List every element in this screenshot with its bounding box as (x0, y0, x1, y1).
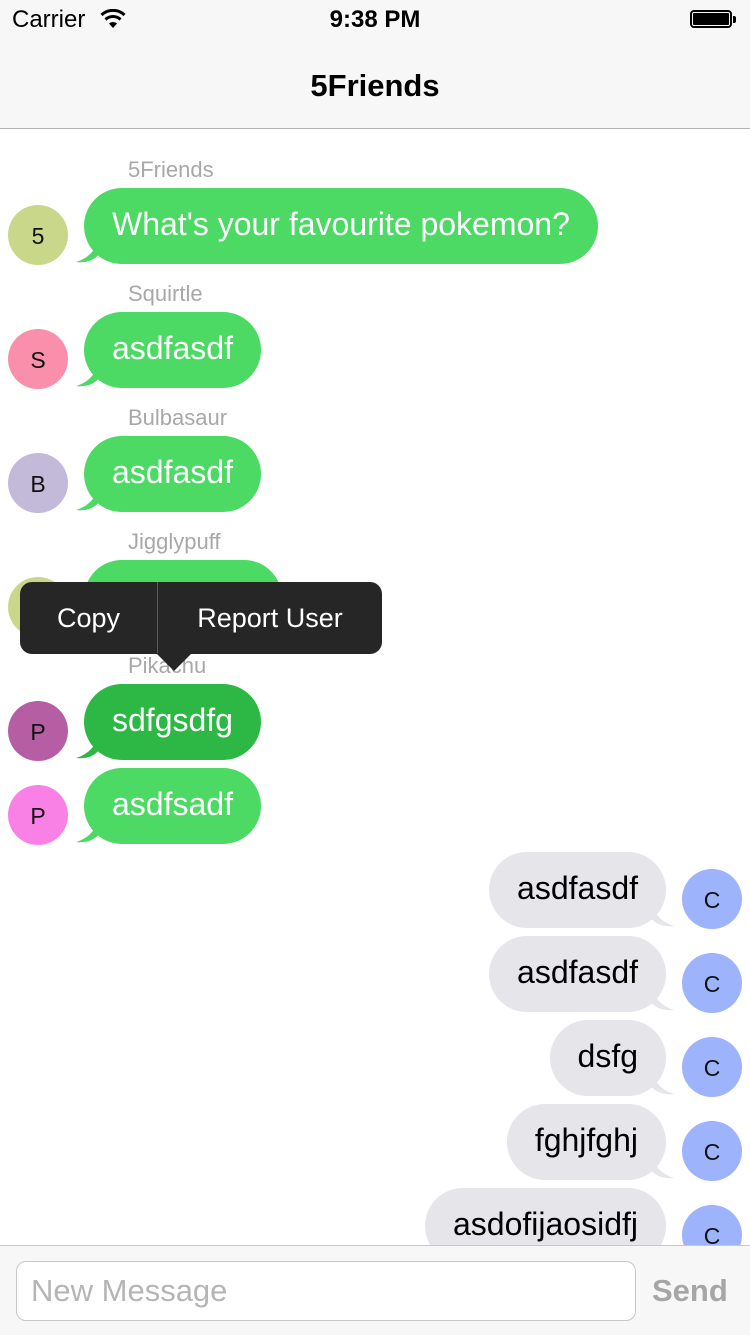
incoming-message-bubble[interactable]: asdfasdf (84, 312, 261, 388)
sender-name: 5Friends (128, 157, 214, 182)
avatar[interactable]: 5 (8, 205, 68, 265)
send-button[interactable]: Send (652, 1261, 728, 1321)
message-context-menu: Copy Report User (20, 582, 382, 654)
avatar[interactable]: C (682, 953, 742, 1013)
clock: 9:38 PM (329, 6, 421, 33)
message-composer: Send (0, 1245, 750, 1335)
outgoing-message-bubble[interactable]: dsfg (549, 1020, 666, 1096)
avatar[interactable]: P (8, 701, 68, 761)
navigation-bar: 5Friends (0, 40, 750, 129)
avatar[interactable]: P (8, 785, 68, 845)
copy-menu-item[interactable]: Copy (20, 582, 157, 654)
incoming-message-bubble[interactable]: What's your favourite pokemon? (84, 188, 598, 264)
report-user-menu-item[interactable]: Report User (158, 582, 382, 654)
sender-name: Squirtle (128, 281, 203, 306)
avatar[interactable]: S (8, 329, 68, 389)
outgoing-message-bubble[interactable]: fghjfghj (506, 1104, 666, 1180)
outgoing-message-bubble[interactable]: asdfasdf (489, 852, 666, 928)
new-message-input[interactable] (16, 1261, 636, 1321)
avatar[interactable]: B (8, 453, 68, 513)
avatar[interactable]: C (682, 1121, 742, 1181)
menu-pointer-arrow (156, 653, 192, 671)
incoming-message-bubble[interactable]: asdfasdf (84, 436, 261, 512)
status-bar: Carrier 9:38 PM (0, 0, 750, 40)
selected-message-bubble[interactable]: sdfgsdfg (84, 684, 261, 760)
avatar[interactable]: C (682, 869, 742, 929)
avatar[interactable]: C (682, 1037, 742, 1097)
outgoing-message-bubble[interactable]: asdfasdf (489, 936, 666, 1012)
battery-icon (690, 10, 736, 30)
incoming-message-bubble[interactable]: asdfsadf (84, 768, 261, 844)
sender-name: Jigglypuff (128, 529, 221, 554)
chat-title: 5Friends (310, 68, 440, 103)
sender-name: Bulbasaur (128, 405, 228, 430)
